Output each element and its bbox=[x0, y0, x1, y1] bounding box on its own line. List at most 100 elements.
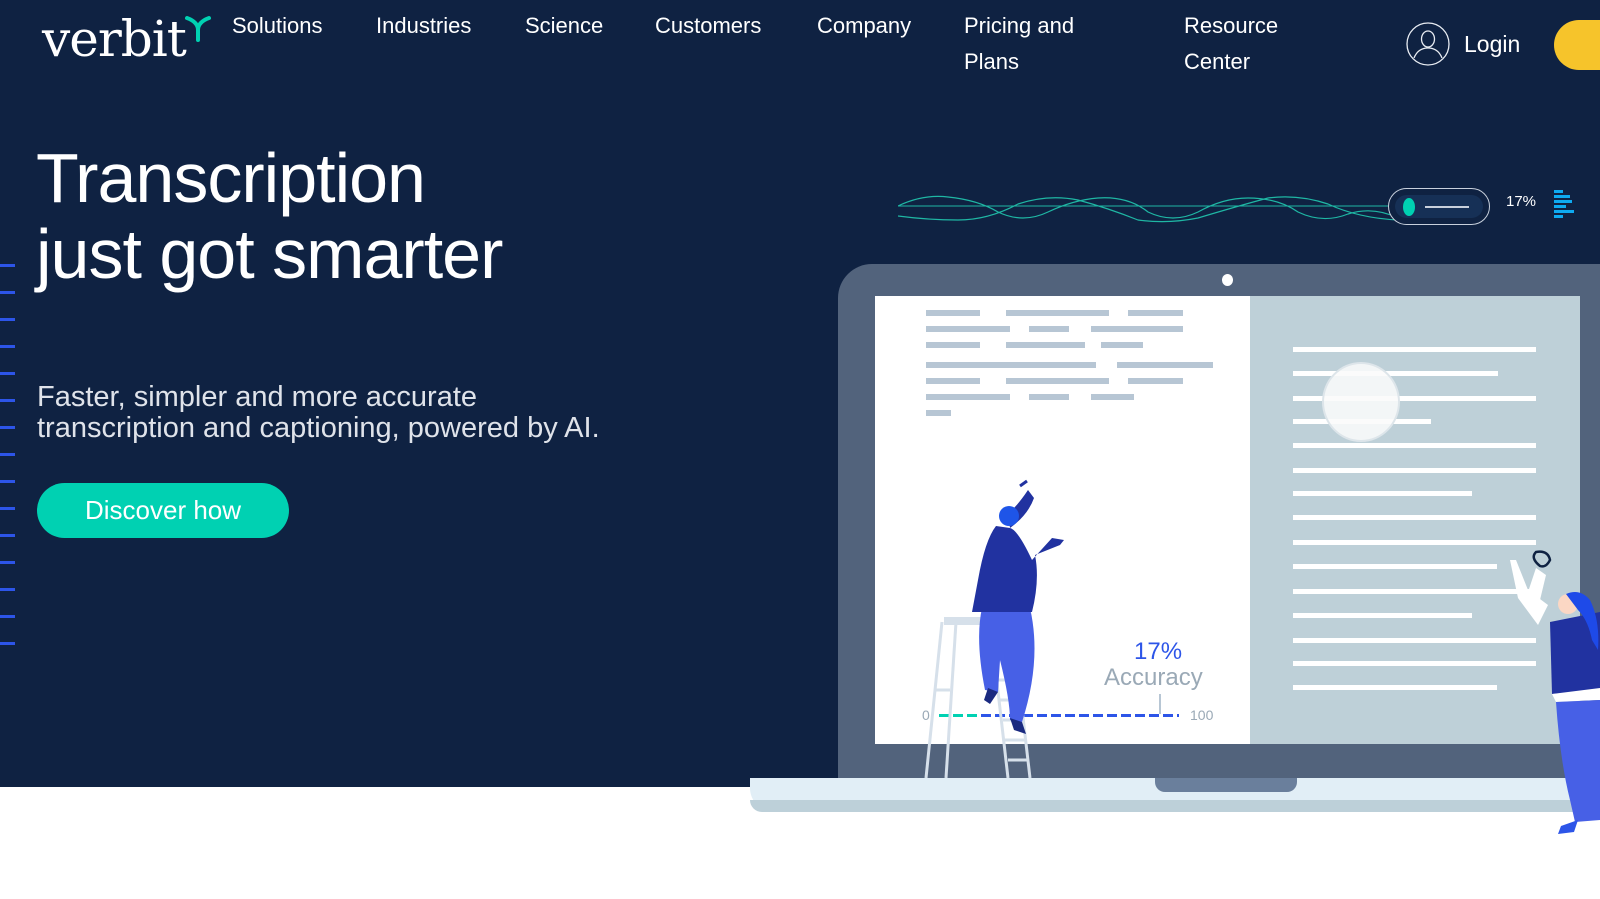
text-placeholder-line bbox=[926, 362, 1096, 368]
nav-science[interactable]: Science bbox=[525, 8, 603, 44]
nav-resource-center[interactable]: Resource Center bbox=[1184, 8, 1304, 80]
login-label: Login bbox=[1464, 30, 1521, 57]
transcript-line bbox=[1293, 564, 1497, 569]
transcript-line bbox=[1293, 443, 1536, 448]
tick bbox=[0, 399, 15, 402]
accuracy-scale-min: 0 bbox=[922, 707, 930, 723]
tick bbox=[0, 453, 15, 456]
nav-customers[interactable]: Customers bbox=[655, 8, 761, 44]
transcript-line bbox=[1293, 540, 1536, 545]
nav-industries[interactable]: Industries bbox=[376, 8, 471, 44]
tick bbox=[0, 264, 15, 267]
text-placeholder-line bbox=[1006, 310, 1109, 316]
text-placeholder-line bbox=[1101, 342, 1143, 348]
magnifier-lens bbox=[1322, 362, 1400, 442]
accuracy-track-segment bbox=[1009, 714, 1019, 717]
transcript-line bbox=[1293, 347, 1536, 352]
accuracy-track-segment bbox=[1177, 714, 1179, 717]
nav-pricing-and-plans[interactable]: Pricing and Plans bbox=[964, 8, 1114, 80]
tick bbox=[0, 480, 15, 483]
transcript-line bbox=[1293, 638, 1536, 643]
slider-line bbox=[1425, 206, 1469, 208]
text-placeholder-line bbox=[926, 394, 1010, 400]
headline-line-1: Transcription bbox=[36, 139, 426, 217]
transcript-line bbox=[1293, 515, 1536, 520]
wave-percent-label: 17% bbox=[1506, 193, 1537, 210]
slider-knob[interactable] bbox=[1403, 198, 1415, 216]
tick bbox=[0, 561, 15, 564]
accuracy-progress-track bbox=[939, 714, 1179, 717]
accuracy-track-segment bbox=[1051, 714, 1061, 717]
tick bbox=[0, 507, 15, 510]
accuracy-track-segment bbox=[1163, 714, 1173, 717]
accuracy-track-segment bbox=[967, 714, 977, 717]
accuracy-marker bbox=[1159, 694, 1161, 714]
slider-track bbox=[1395, 195, 1483, 218]
accuracy-track-segment bbox=[995, 714, 1005, 717]
accuracy-track-segment bbox=[939, 714, 949, 717]
login-button[interactable]: Login bbox=[1406, 22, 1520, 66]
text-align-bars-icon bbox=[1554, 190, 1574, 218]
nav-company[interactable]: Company bbox=[817, 8, 911, 44]
request-demo-button[interactable] bbox=[1554, 20, 1600, 70]
text-placeholder-line bbox=[926, 410, 951, 416]
transcript-line bbox=[1293, 371, 1498, 376]
nav-solutions[interactable]: Solutions bbox=[232, 8, 323, 44]
transcript-line bbox=[1293, 613, 1472, 618]
transcript-line bbox=[1293, 468, 1536, 473]
laptop-base-shadow bbox=[750, 800, 1600, 812]
tick bbox=[0, 534, 15, 537]
text-placeholder-line bbox=[926, 378, 980, 384]
tick bbox=[0, 291, 15, 294]
text-placeholder-line bbox=[926, 310, 980, 316]
accuracy-track-segment bbox=[1135, 714, 1145, 717]
accuracy-track-segment bbox=[1149, 714, 1159, 717]
subhead-line-1: Faster, simpler and more accurate bbox=[37, 381, 478, 413]
accuracy-track-segment bbox=[1065, 714, 1075, 717]
accuracy-track-segment bbox=[1023, 714, 1033, 717]
playback-slider[interactable] bbox=[1388, 188, 1490, 225]
text-placeholder-line bbox=[1029, 326, 1069, 332]
transcript-line bbox=[1293, 661, 1536, 666]
tick bbox=[0, 318, 15, 321]
accuracy-label: Accuracy bbox=[1104, 664, 1203, 691]
text-placeholder-line bbox=[1128, 378, 1183, 384]
tick bbox=[0, 588, 15, 591]
tick bbox=[0, 615, 15, 618]
text-placeholder-line bbox=[1029, 394, 1069, 400]
accuracy-track-segment bbox=[1093, 714, 1103, 717]
transcript-line bbox=[1293, 491, 1472, 496]
text-placeholder-line bbox=[1117, 362, 1213, 368]
accuracy-percent: 17% bbox=[1134, 638, 1183, 665]
accuracy-track-segment bbox=[1079, 714, 1089, 717]
text-placeholder-line bbox=[926, 342, 980, 348]
logo-mark-icon bbox=[185, 16, 211, 42]
text-placeholder-line bbox=[1006, 342, 1085, 348]
decorative-tick-marks bbox=[0, 264, 16, 669]
headline-line-2: just got smarter bbox=[36, 215, 503, 293]
tick bbox=[0, 642, 15, 645]
laptop-screen-right bbox=[1250, 296, 1580, 744]
verbit-logo[interactable]: verbit bbox=[42, 14, 187, 64]
user-circle-icon bbox=[1406, 22, 1450, 66]
accuracy-track-segment bbox=[953, 714, 963, 717]
transcript-line bbox=[1293, 589, 1536, 594]
hero-subheading: Faster, simpler and more accurate transc… bbox=[37, 382, 600, 444]
tick bbox=[0, 345, 15, 348]
subhead-line-2: transcription and captioning, powered by… bbox=[37, 412, 600, 444]
text-placeholder-line bbox=[1091, 326, 1183, 332]
accuracy-track-segment bbox=[981, 714, 991, 717]
audio-wave-graphic bbox=[898, 195, 1398, 223]
text-placeholder-line bbox=[926, 326, 1010, 332]
accuracy-track-segment bbox=[1107, 714, 1117, 717]
accuracy-track-segment bbox=[1121, 714, 1131, 717]
accuracy-scale-max: 100 bbox=[1190, 707, 1214, 723]
tick bbox=[0, 372, 15, 375]
hero-headline: Transcription just got smarter bbox=[36, 139, 503, 293]
discover-how-button[interactable]: Discover how bbox=[37, 483, 289, 538]
tick bbox=[0, 426, 15, 429]
transcript-line bbox=[1293, 685, 1497, 690]
text-placeholder-line bbox=[1091, 394, 1134, 400]
accuracy-track-segment bbox=[1037, 714, 1047, 717]
text-placeholder-line bbox=[1128, 310, 1183, 316]
